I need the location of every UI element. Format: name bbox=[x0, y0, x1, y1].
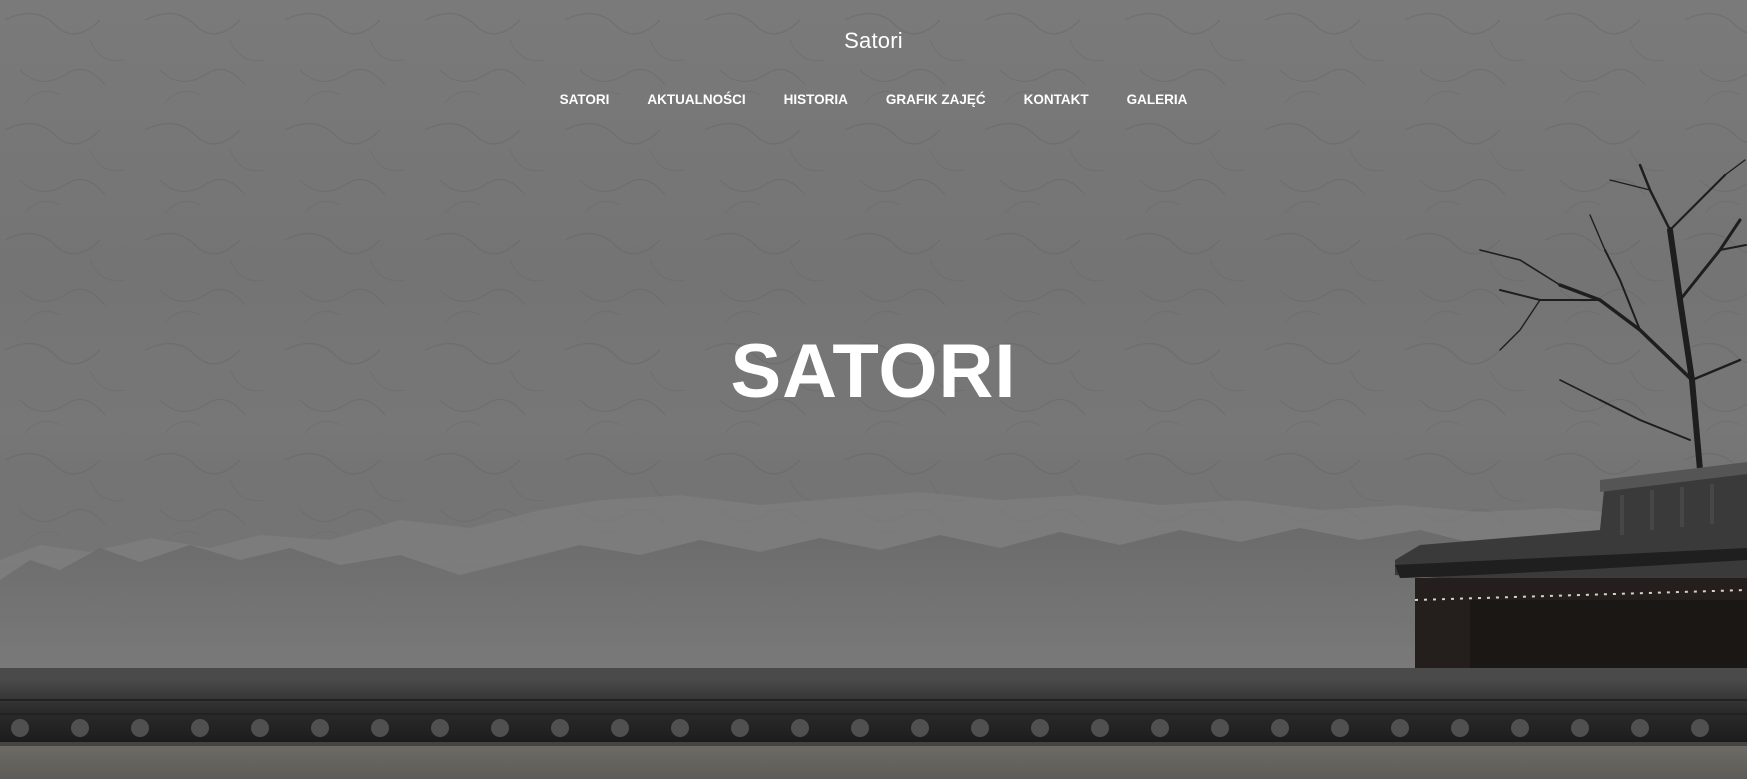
nav-item-galeria[interactable]: GALERIA bbox=[1108, 92, 1207, 107]
nav-item-grafik-zajec[interactable]: GRAFIK ZAJĘĆ bbox=[867, 92, 1005, 107]
nav-item-historia[interactable]: HISTORIA bbox=[765, 92, 867, 107]
nav-item-satori[interactable]: SATORI bbox=[541, 92, 629, 107]
nav-item-kontakt[interactable]: KONTAKT bbox=[1005, 92, 1108, 107]
main-nav: SATORI AKTUALNOŚCI HISTORIA GRAFIK ZAJĘĆ… bbox=[0, 92, 1747, 107]
site-title[interactable]: Satori bbox=[0, 28, 1747, 54]
hero-heading: SATORI bbox=[730, 329, 1017, 414]
hero-section: Satori SATORI AKTUALNOŚCI HISTORIA GRAFI… bbox=[0, 0, 1747, 779]
nav-item-aktualnosci[interactable]: AKTUALNOŚCI bbox=[628, 92, 764, 107]
